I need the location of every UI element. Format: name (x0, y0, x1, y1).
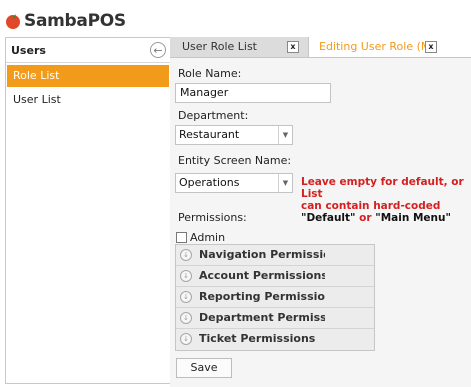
app-logo: SambaPOS (4, 9, 126, 33)
permissions-label: Permissions: (178, 211, 247, 224)
sidebar: Users ← Role List User List (5, 37, 172, 384)
entity-screen-select[interactable]: Operations ▼ (175, 173, 293, 193)
department-value: Restaurant (179, 128, 240, 141)
entity-screen-hint: Leave empty for default, or List can con… (301, 176, 464, 224)
expand-icon: ↓ (180, 249, 192, 261)
department-select[interactable]: Restaurant ▼ (175, 125, 293, 145)
permission-group-department[interactable]: ↓ Department Permissio (176, 308, 374, 329)
save-button[interactable]: Save (176, 358, 232, 378)
sidebar-title: Users (11, 44, 46, 57)
tab-label: User Role List (182, 40, 257, 53)
sidebar-item-role-list[interactable]: Role List (7, 65, 169, 87)
logo-text: SambaPOS (24, 11, 126, 31)
permission-group-account[interactable]: ↓ Account Permissions (176, 266, 374, 287)
close-icon[interactable]: x (287, 41, 299, 53)
tab-user-role-list[interactable]: User Role List x (172, 37, 300, 57)
admin-label: Admin (190, 231, 226, 244)
expand-icon: ↓ (180, 333, 192, 345)
tab-editing-user-role[interactable]: Editing User Role (Ma x (308, 37, 471, 57)
entity-screen-label: Entity Screen Name: (178, 154, 292, 167)
tab-label: Editing User Role (Ma (319, 40, 438, 53)
expand-icon: ↓ (180, 291, 192, 303)
edit-role-form: Role Name: Manager Department: Restauran… (170, 58, 471, 387)
sidebar-divider (6, 62, 171, 63)
main-panel: User Role List x Editing User Role (Ma x… (170, 37, 471, 387)
permission-groups: ↓ Navigation Permission: ↓ Account Permi… (175, 244, 375, 351)
entity-screen-value: Operations (179, 176, 240, 189)
back-arrow-icon[interactable]: ← (150, 42, 166, 58)
sidebar-item-user-list[interactable]: User List (7, 89, 169, 111)
tomato-logo-icon (6, 14, 20, 29)
close-icon[interactable]: x (425, 41, 437, 53)
department-label: Department: (178, 109, 249, 122)
expand-icon: ↓ (180, 270, 192, 282)
expand-icon: ↓ (180, 312, 192, 324)
tab-bar: User Role List x Editing User Role (Ma x (170, 37, 471, 58)
permission-group-navigation[interactable]: ↓ Navigation Permission: (176, 245, 374, 266)
permission-group-reporting[interactable]: ↓ Reporting Permissions (176, 287, 374, 308)
role-name-input[interactable]: Manager (175, 83, 331, 103)
permission-group-ticket[interactable]: ↓ Ticket Permissions (176, 329, 374, 349)
role-name-label: Role Name: (178, 67, 242, 80)
chevron-down-icon[interactable]: ▼ (278, 126, 292, 144)
admin-checkbox[interactable] (176, 232, 187, 243)
chevron-down-icon[interactable]: ▼ (278, 174, 292, 192)
